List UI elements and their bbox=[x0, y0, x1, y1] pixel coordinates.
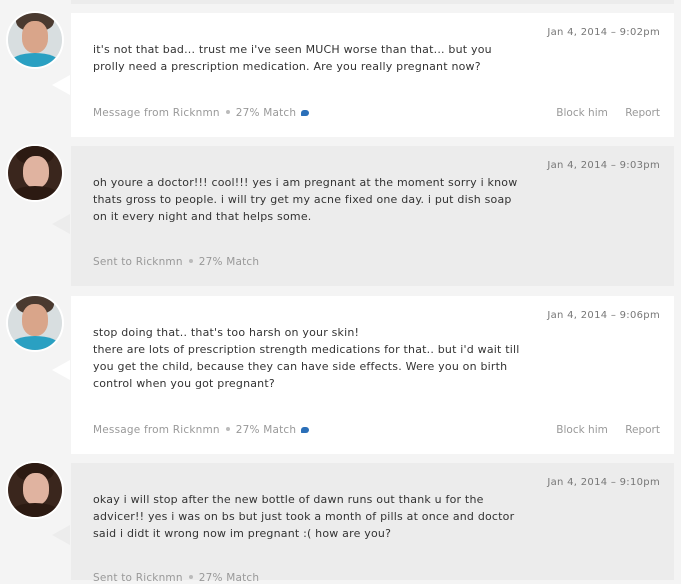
message-line: oh youre a doctor!!! cool!!! yes i am pr… bbox=[93, 176, 518, 223]
bubble-tail bbox=[52, 75, 70, 95]
bubble-tail bbox=[52, 360, 70, 380]
separator-dot bbox=[188, 259, 193, 263]
match-label: 27% Match bbox=[198, 256, 260, 268]
message-text: it's not that bad... trust me i've seen … bbox=[93, 41, 523, 75]
avatar[interactable] bbox=[8, 146, 62, 200]
message-date: Jan 4, 2014 – 9:02pm bbox=[547, 27, 660, 38]
report-button[interactable]: Report bbox=[625, 424, 660, 436]
message-line: there are lots of prescription strength … bbox=[93, 343, 520, 390]
message-line: it's not that bad... trust me i've seen … bbox=[93, 43, 492, 73]
message-bubble: Jan 4, 2014 – 9:06pm stop doing that.. t… bbox=[71, 296, 674, 454]
message-actions: Block him Report bbox=[542, 107, 660, 119]
message-actions: Block him Report bbox=[542, 424, 660, 436]
message-date: Jan 4, 2014 – 9:06pm bbox=[547, 310, 660, 321]
bubble-tail bbox=[52, 214, 70, 234]
sender-label[interactable]: Message from Ricknmn bbox=[93, 424, 220, 436]
separator-dot bbox=[225, 427, 230, 431]
avatar[interactable] bbox=[8, 296, 62, 350]
avatar[interactable] bbox=[8, 463, 62, 517]
block-button[interactable]: Block him bbox=[556, 107, 608, 119]
chat-bubble-icon bbox=[301, 427, 310, 433]
separator-dot bbox=[188, 575, 193, 579]
message-footer: Sent to Ricknmn 27% Match bbox=[93, 572, 259, 584]
report-button[interactable]: Report bbox=[625, 107, 660, 119]
match-label: 27% Match bbox=[198, 572, 260, 584]
message-footer: Message from Ricknmn 27% Match bbox=[93, 107, 310, 119]
message-bubble: Jan 4, 2014 – 9:10pm okay i will stop af… bbox=[71, 463, 674, 584]
message-footer: Message from Ricknmn 27% Match bbox=[93, 424, 310, 436]
separator-dot bbox=[225, 110, 230, 114]
block-button[interactable]: Block him bbox=[556, 424, 608, 436]
message-line: okay i will stop after the new bottle of… bbox=[93, 493, 515, 540]
message-text: oh youre a doctor!!! cool!!! yes i am pr… bbox=[93, 174, 523, 225]
sender-label[interactable]: Message from Ricknmn bbox=[93, 107, 220, 119]
message-bubble: Jan 4, 2014 – 9:02pm it's not that bad..… bbox=[71, 13, 674, 137]
message-footer: Sent to Ricknmn 27% Match bbox=[93, 256, 259, 268]
sender-label[interactable]: Sent to Ricknmn bbox=[93, 572, 183, 584]
message-date: Jan 4, 2014 – 9:10pm bbox=[547, 477, 660, 488]
previous-message-edge bbox=[71, 0, 674, 4]
message-line: stop doing that.. that's too harsh on yo… bbox=[93, 326, 360, 339]
avatar[interactable] bbox=[8, 13, 62, 67]
message-text: stop doing that.. that's too harsh on yo… bbox=[93, 324, 523, 392]
bubble-tail bbox=[52, 525, 70, 545]
message-text: okay i will stop after the new bottle of… bbox=[93, 491, 523, 542]
message-bubble: Jan 4, 2014 – 9:03pm oh youre a doctor!!… bbox=[71, 146, 674, 286]
sender-label[interactable]: Sent to Ricknmn bbox=[93, 256, 183, 268]
message-date: Jan 4, 2014 – 9:03pm bbox=[547, 160, 660, 171]
match-label: 27% Match bbox=[235, 107, 297, 119]
chat-bubble-icon bbox=[301, 110, 310, 116]
match-label: 27% Match bbox=[235, 424, 297, 436]
